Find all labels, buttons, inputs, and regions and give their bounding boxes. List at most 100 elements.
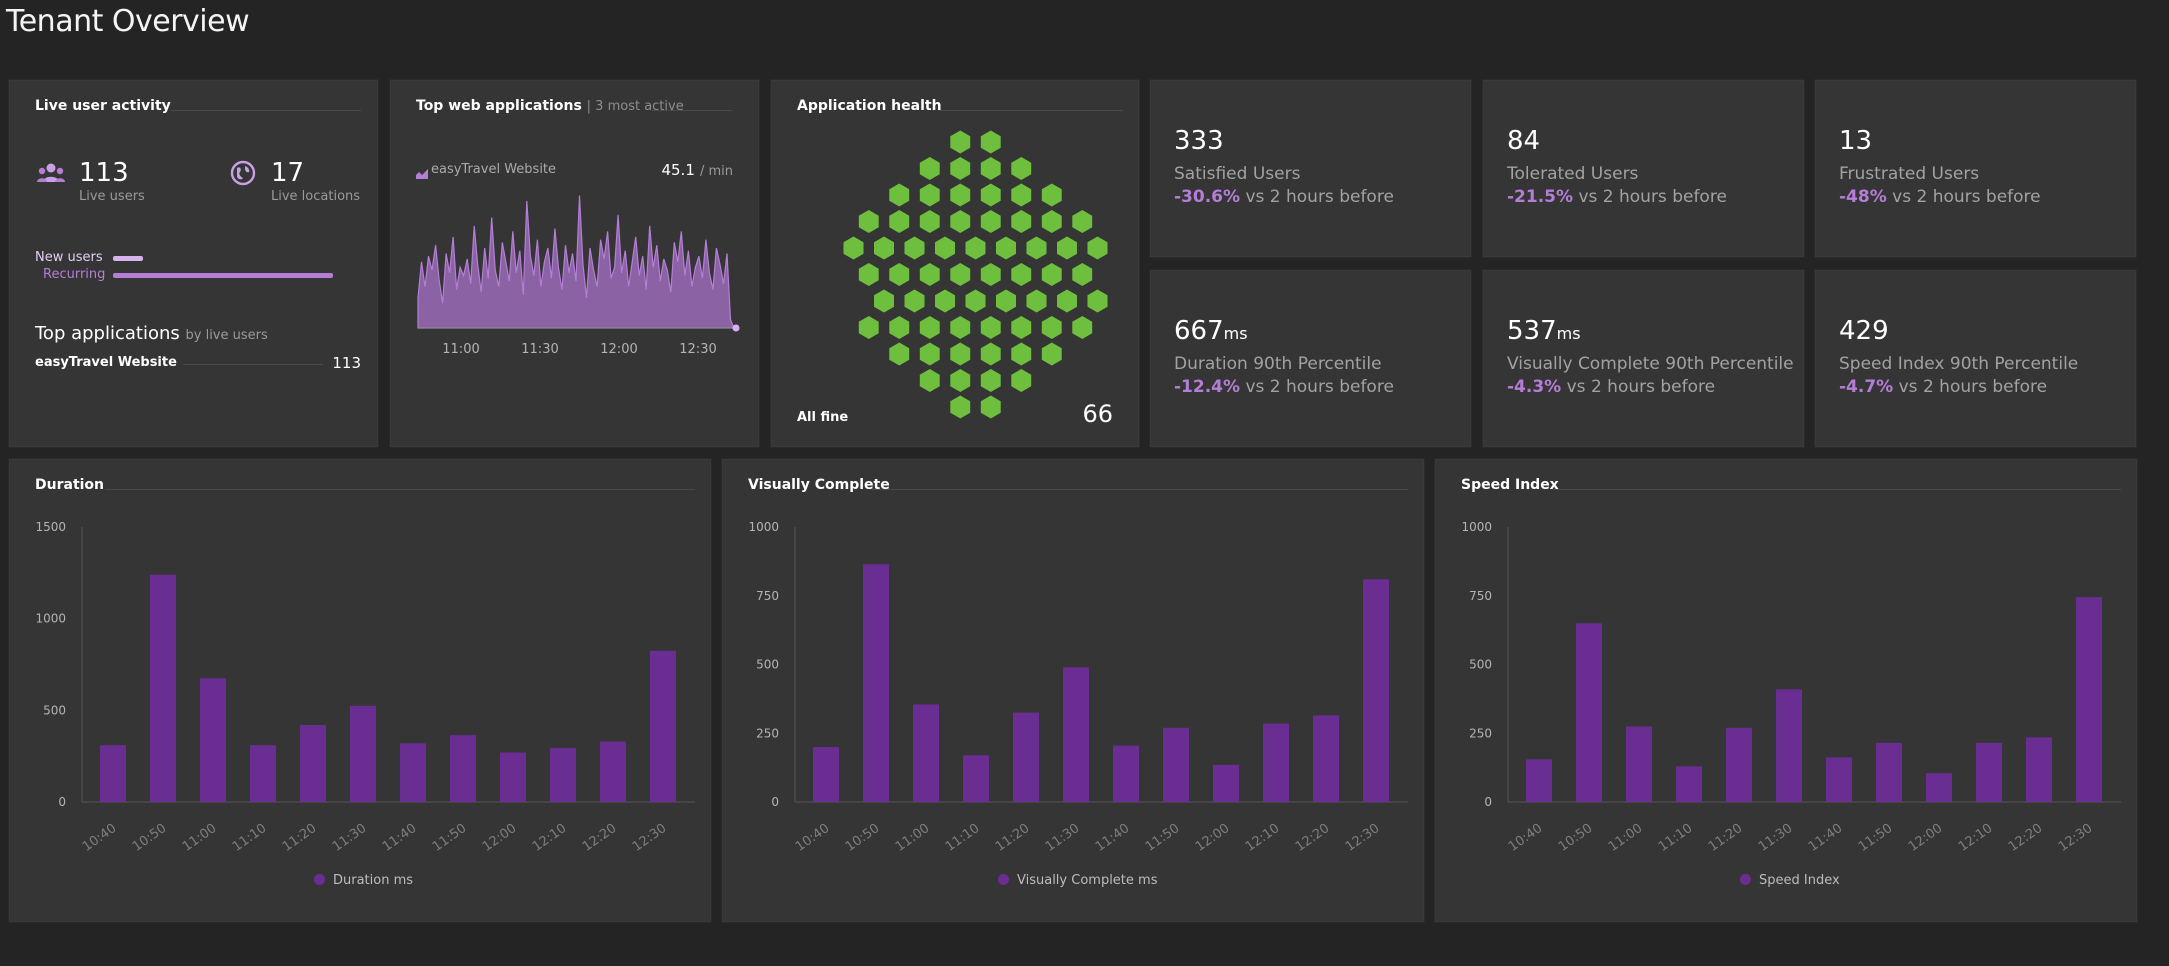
application-hexagon[interactable] <box>1072 210 1093 233</box>
application-hexagon[interactable] <box>1011 210 1032 233</box>
application-hexagon[interactable] <box>1026 289 1047 313</box>
application-hexagon[interactable] <box>889 342 910 366</box>
application-hexagon[interactable] <box>980 210 1001 233</box>
application-hexagon[interactable] <box>874 236 894 260</box>
chart-bar[interactable] <box>450 735 476 802</box>
sparkline-chart[interactable]: 11:00 11:30 12:00 12:30 <box>390 80 761 449</box>
application-hexagon[interactable] <box>1041 263 1062 286</box>
speed-index-bar-chart[interactable]: 0 250 500 750 1000 10:40 10:50 11:00 11:10 11:20 1… <box>1435 459 2139 924</box>
application-hexagon[interactable] <box>950 157 971 180</box>
chart-bar[interactable] <box>1926 773 1952 802</box>
application-hexagon[interactable] <box>904 289 925 313</box>
application-hexagon[interactable] <box>1041 342 1062 366</box>
visually-complete-chart-tile[interactable]: Visually Complete 0 250 500 750 1000 10:40 10:… <box>721 458 1425 923</box>
chart-bar[interactable] <box>1526 759 1552 802</box>
application-hexagon[interactable] <box>919 183 940 207</box>
application-hexagon[interactable] <box>889 316 910 339</box>
application-hexagon[interactable] <box>858 263 879 286</box>
application-hexagon[interactable] <box>874 289 894 313</box>
application-hexagon[interactable] <box>935 236 955 260</box>
application-hexagon[interactable] <box>858 316 879 339</box>
application-hexagon[interactable] <box>1057 289 1077 313</box>
application-hexagon[interactable] <box>965 289 986 313</box>
application-hexagon[interactable] <box>950 369 971 392</box>
chart-bar[interactable] <box>1626 726 1652 802</box>
chart-bar[interactable] <box>250 745 276 802</box>
application-hexagon[interactable] <box>980 263 1001 286</box>
chart-bar[interactable] <box>400 743 426 802</box>
application-hexagon[interactable] <box>843 236 864 260</box>
chart-bar[interactable] <box>1976 742 2002 802</box>
live-user-activity-tile[interactable]: Live user activity 113 Live users 17 Liv… <box>8 79 379 448</box>
application-hexagon[interactable] <box>1041 316 1062 339</box>
chart-bar[interactable] <box>1163 727 1189 803</box>
application-hexagon[interactable] <box>1011 342 1032 366</box>
chart-legend[interactable]: Duration ms <box>314 873 413 888</box>
chart-bar[interactable] <box>863 564 889 802</box>
chart-bar[interactable] <box>600 741 626 803</box>
chart-bar[interactable] <box>1113 745 1139 802</box>
application-hexagon[interactable] <box>919 342 940 366</box>
speed-index-chart-tile[interactable]: Speed Index 0 250 500 750 1000 10:40 10:50 11:0… <box>1434 458 2138 923</box>
application-hexagon[interactable] <box>919 157 940 180</box>
application-hexagon[interactable] <box>1041 183 1062 207</box>
top-app-name[interactable]: easyTravel Website <box>35 355 177 370</box>
application-hexagon[interactable] <box>950 130 971 154</box>
chart-bar[interactable] <box>1576 623 1602 803</box>
application-hexagon[interactable] <box>904 236 925 260</box>
kpi-tile-satisfied[interactable]: 333 Satisfied Users -30.6% vs 2 hours be… <box>1149 79 1472 258</box>
chart-bar[interactable] <box>1676 766 1702 803</box>
application-hexagon[interactable] <box>935 289 955 313</box>
top-app-row[interactable]: easyTravel Website 113 <box>35 354 361 375</box>
chart-bar[interactable] <box>2076 597 2102 802</box>
chart-bar[interactable] <box>813 747 839 802</box>
chart-bar[interactable] <box>500 752 526 803</box>
chart-bar[interactable] <box>963 755 989 803</box>
application-hexagon[interactable] <box>1011 316 1032 339</box>
kpi-tile-frustrated[interactable]: 13 Frustrated Users -48% vs 2 hours befo… <box>1814 79 2137 258</box>
application-hexagon[interactable] <box>950 263 971 286</box>
application-hexagon[interactable] <box>919 316 940 339</box>
application-hexagon[interactable] <box>1011 263 1032 286</box>
application-hexagon[interactable] <box>889 210 910 233</box>
chart-bar[interactable] <box>1363 579 1389 803</box>
kpi-tile-tolerated[interactable]: 84 Tolerated Users -21.5% vs 2 hours bef… <box>1482 79 1805 258</box>
chart-bar[interactable] <box>350 705 376 803</box>
application-hexagon[interactable] <box>950 210 971 233</box>
application-hexagon[interactable] <box>980 342 1001 366</box>
application-hexagon[interactable] <box>919 210 940 233</box>
application-hexagon[interactable] <box>950 316 971 339</box>
kpi-tile-duration-p90[interactable]: 667ms Duration 90th Percentile -12.4% vs… <box>1149 269 1472 448</box>
duration-chart-tile[interactable]: Duration 0 500 1000 1500 10:40 10:50 11:00 11:1… <box>8 458 712 923</box>
top-web-applications-tile[interactable]: Top web applications | 3 most active eas… <box>389 79 760 448</box>
health-honeycomb[interactable] <box>771 80 1141 449</box>
chart-bar[interactable] <box>913 704 939 802</box>
application-hexagon[interactable] <box>1041 210 1062 233</box>
application-hexagon[interactable] <box>965 236 986 260</box>
chart-bar[interactable] <box>2026 737 2052 802</box>
chart-bar[interactable] <box>1263 723 1289 802</box>
application-hexagon[interactable] <box>950 183 971 207</box>
chart-bar[interactable] <box>1876 742 1902 802</box>
application-hexagon[interactable] <box>1011 369 1032 392</box>
application-hexagon[interactable] <box>950 395 971 419</box>
application-hexagon[interactable] <box>1072 263 1093 286</box>
application-hexagon[interactable] <box>980 369 1001 392</box>
chart-bar[interactable] <box>650 650 676 803</box>
chart-bar[interactable] <box>1013 712 1039 802</box>
application-hexagon[interactable] <box>1011 157 1032 180</box>
chart-legend[interactable]: Speed Index <box>1740 873 1840 888</box>
chart-bar[interactable] <box>200 678 226 803</box>
kpi-tile-speed-index-p90[interactable]: 429 Speed Index 90th Percentile -4.7% vs… <box>1814 269 2137 448</box>
application-hexagon[interactable] <box>1026 236 1047 260</box>
duration-bar-chart[interactable]: 0 500 1000 1500 10:40 10:50 11:00 11:10 11:20 11:… <box>9 459 713 924</box>
application-hexagon[interactable] <box>950 342 971 366</box>
kpi-tile-visually-complete-p90[interactable]: 537ms Visually Complete 90th Percentile … <box>1482 269 1805 448</box>
chart-bar[interactable] <box>1313 715 1339 802</box>
application-hexagon[interactable] <box>980 157 1001 180</box>
application-hexagon[interactable] <box>1087 236 1108 260</box>
chart-bar[interactable] <box>1063 667 1089 803</box>
application-hexagon[interactable] <box>996 289 1016 313</box>
application-hexagon[interactable] <box>919 369 940 392</box>
application-hexagon[interactable] <box>1011 183 1032 207</box>
